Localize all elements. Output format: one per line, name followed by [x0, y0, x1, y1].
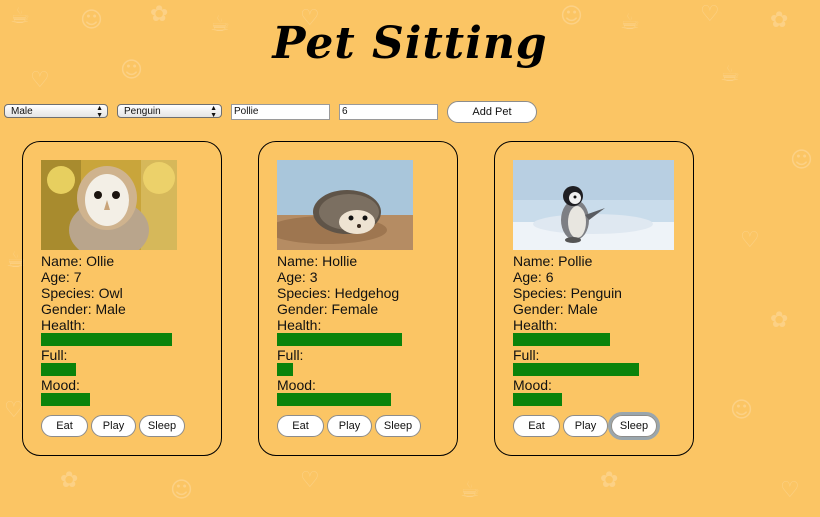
pet-info: Name: Pollie Age: 6 Species: Penguin Gen…: [513, 253, 622, 317]
species-select-value: Penguin: [124, 106, 161, 117]
eat-button[interactable]: Eat: [41, 415, 88, 437]
mood-bar: [277, 393, 391, 406]
select-arrows-icon: ▲ ▼: [210, 105, 217, 118]
pet-species: Species: Hedgehog: [277, 285, 400, 301]
play-button[interactable]: Play: [563, 415, 608, 437]
pet-name-input[interactable]: Pollie: [231, 104, 330, 120]
health-bar: [513, 333, 610, 346]
sleep-button[interactable]: Sleep: [139, 415, 185, 437]
play-button[interactable]: Play: [327, 415, 372, 437]
pet-age-input[interactable]: 6: [339, 104, 438, 120]
species-select[interactable]: Penguin ▲ ▼: [117, 104, 222, 118]
mood-label: Mood:: [277, 377, 316, 393]
pet-name: Name: Hollie: [277, 253, 358, 269]
health-label: Health:: [41, 317, 86, 333]
pet-card-pollie: Name: Pollie Age: 6 Species: Penguin Gen…: [494, 141, 694, 456]
mood-bar: [513, 393, 562, 406]
pet-info: Name: Hollie Age: 3 Species: Hedgehog Ge…: [277, 253, 399, 317]
gender-select[interactable]: Male ▲ ▼: [4, 104, 108, 118]
health-bar: [277, 333, 402, 346]
pet-age: Age: 7: [41, 269, 82, 285]
mood-label: Mood:: [41, 377, 80, 393]
pet-age: Age: 6: [513, 269, 554, 285]
sleep-button[interactable]: Sleep: [608, 412, 660, 440]
gender-select-value: Male: [11, 106, 33, 117]
health-label: Health:: [277, 317, 322, 333]
full-label: Full:: [41, 347, 68, 363]
penguin-photo: [513, 160, 674, 250]
full-bar: [513, 363, 639, 376]
play-button[interactable]: Play: [91, 415, 136, 437]
pet-name: Name: Pollie: [513, 253, 593, 269]
pet-species: Species: Penguin: [513, 285, 622, 301]
hedgehog-photo: [277, 160, 413, 250]
pet-card-ollie: Name: Ollie Age: 7 Species: Owl Gender: …: [22, 141, 222, 456]
eat-button[interactable]: Eat: [513, 415, 560, 437]
pet-gender: Gender: Male: [513, 301, 598, 317]
add-pet-button[interactable]: Add Pet: [447, 101, 537, 123]
health-bar: [41, 333, 172, 346]
full-bar: [277, 363, 293, 376]
pet-gender: Gender: Male: [41, 301, 126, 317]
mood-label: Mood:: [513, 377, 552, 393]
eat-button[interactable]: Eat: [277, 415, 324, 437]
page-title: Pet Sitting: [272, 18, 548, 69]
sleep-button[interactable]: Sleep: [375, 415, 421, 437]
pet-age: Age: 3: [277, 269, 318, 285]
pet-card-hollie: Name: Hollie Age: 3 Species: Hedgehog Ge…: [258, 141, 458, 456]
pet-species: Species: Owl: [41, 285, 123, 301]
pet-name: Name: Ollie: [41, 253, 115, 269]
full-label: Full:: [513, 347, 540, 363]
pet-info: Name: Ollie Age: 7 Species: Owl Gender: …: [41, 253, 126, 317]
pet-gender: Gender: Female: [277, 301, 379, 317]
mood-bar: [41, 393, 90, 406]
full-label: Full:: [277, 347, 304, 363]
full-bar: [41, 363, 76, 376]
select-arrows-icon: ▲ ▼: [96, 105, 103, 118]
health-label: Health:: [513, 317, 558, 333]
owl-photo: [41, 160, 177, 250]
